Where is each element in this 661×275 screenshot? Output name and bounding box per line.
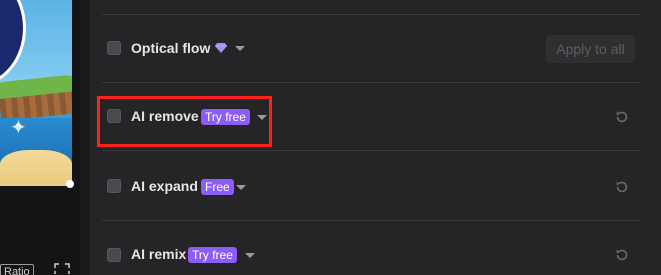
reset-icon[interactable] xyxy=(614,109,630,125)
ai-remix-checkbox[interactable] xyxy=(107,248,121,262)
reset-icon[interactable] xyxy=(614,179,630,195)
ai-expand-checkbox[interactable] xyxy=(107,179,121,193)
ai-remove-highlight-box xyxy=(97,96,272,147)
ai-remix-label: AI remix xyxy=(131,246,187,262)
row-optical-flow: Optical flow Apply to all xyxy=(90,14,640,82)
optical-flow-label: Optical flow xyxy=(131,40,211,56)
try-free-badge: Try free xyxy=(188,247,237,263)
row-ai-expand: AI expand Free xyxy=(90,150,640,218)
chevron-down-icon[interactable] xyxy=(235,46,245,51)
app-root: ✦ Ratio Optical flow Apply to all AI rem… xyxy=(0,0,661,275)
chevron-down-icon[interactable] xyxy=(236,185,246,190)
thumbnail-shore xyxy=(0,150,72,186)
chevron-down-icon[interactable] xyxy=(245,253,255,258)
thumbnail-resize-handle[interactable] xyxy=(66,180,74,188)
reset-icon[interactable] xyxy=(614,247,630,263)
apply-to-all-button[interactable]: Apply to all xyxy=(546,35,635,63)
preview-column: ✦ Ratio xyxy=(0,0,80,275)
row-ai-remix: AI remix Try free xyxy=(90,220,640,275)
free-badge: Free xyxy=(201,179,234,195)
ratio-button[interactable]: Ratio xyxy=(0,264,34,275)
sparkle-icon: ✦ xyxy=(10,117,27,139)
fullscreen-expand-icon[interactable] xyxy=(53,262,71,275)
ai-expand-label: AI expand xyxy=(131,178,198,194)
optical-flow-checkbox[interactable] xyxy=(107,41,121,55)
preview-thumbnail[interactable]: ✦ xyxy=(0,0,72,186)
diamond-icon xyxy=(215,43,227,53)
thumbnail-disc xyxy=(0,0,26,86)
